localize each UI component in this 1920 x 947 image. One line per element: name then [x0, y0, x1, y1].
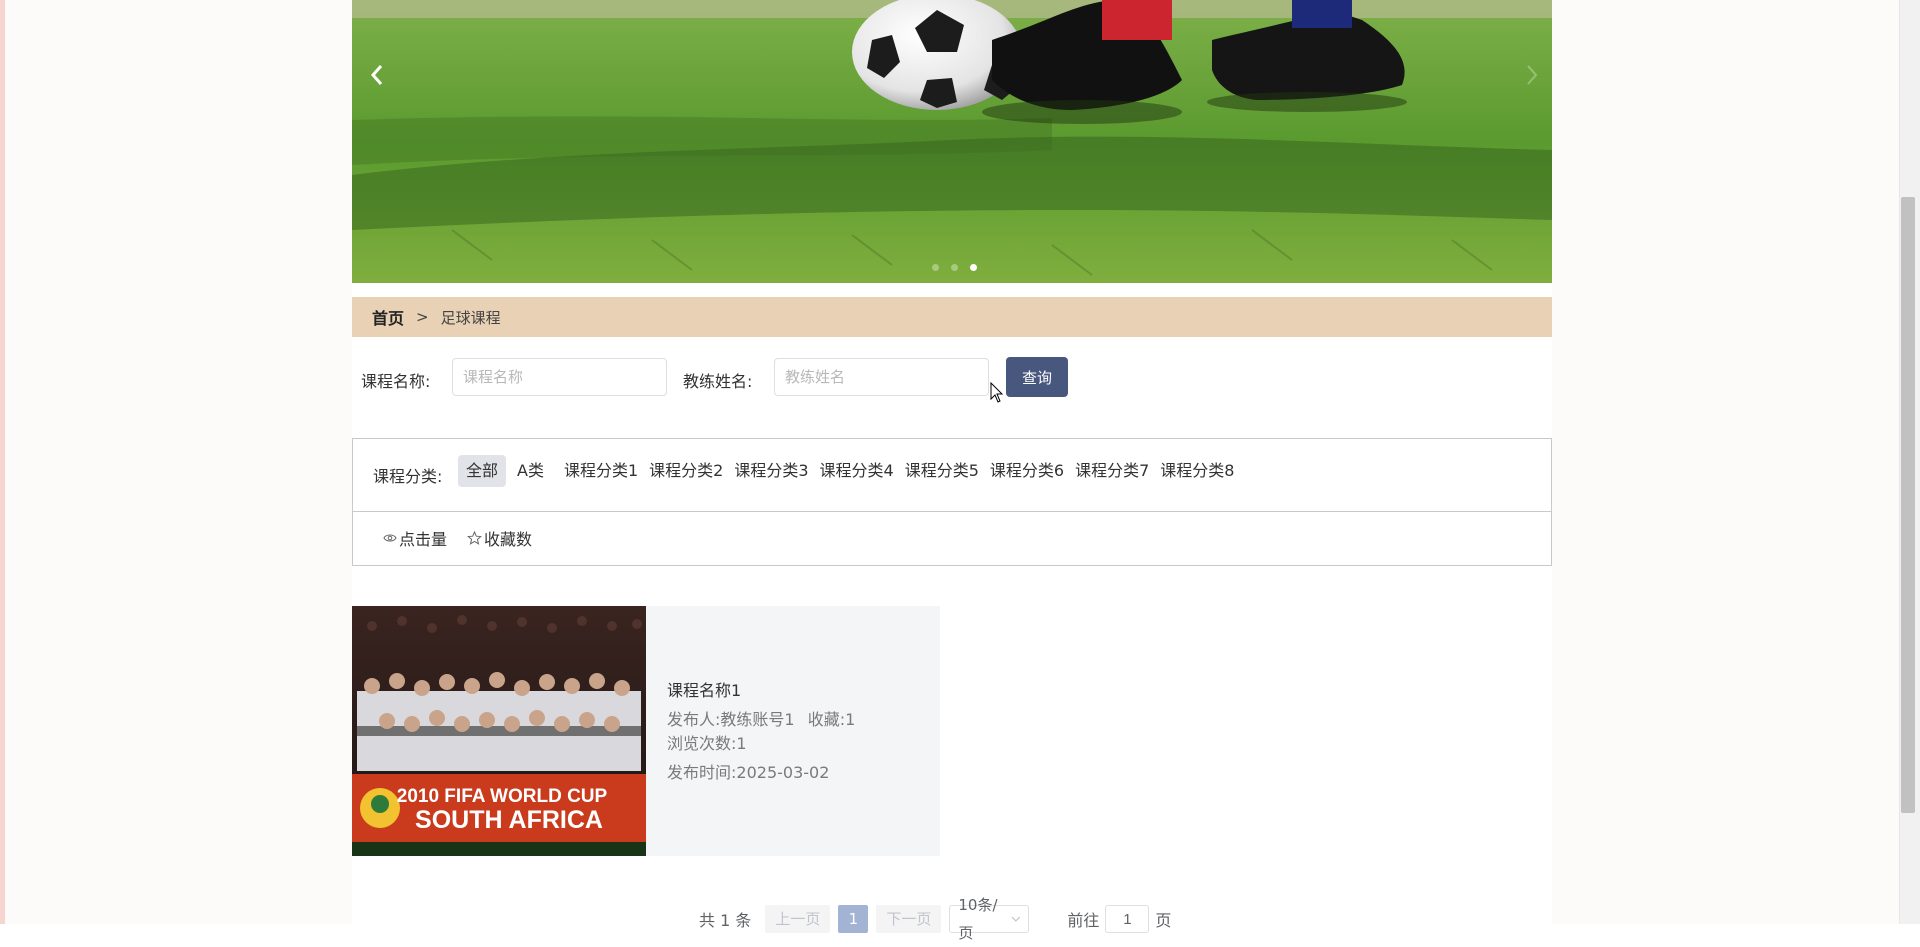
sort-by-favorites[interactable]: 收藏数 — [467, 526, 532, 550]
carousel-dot[interactable] — [951, 264, 958, 271]
pagination: 共 1 条 上一页 1 下一页 10条/页 前往 页 — [699, 896, 1172, 942]
star-icon — [467, 531, 483, 545]
carousel-next-button[interactable] — [1517, 60, 1547, 90]
course-name-label: 课程名称: — [361, 372, 431, 391]
category-all[interactable]: 全部 — [458, 455, 507, 487]
breadcrumb-current: 足球课程 — [440, 308, 501, 327]
favorites-value: 1 — [845, 710, 856, 729]
pagination-page-button[interactable]: 1 — [838, 905, 869, 933]
publisher-value: 教练账号1 — [720, 710, 795, 729]
search-form: 课程名称: 教练姓名: 查询 — [352, 357, 1552, 403]
course-info: 课程名称1 发布人:教练账号1 收藏:1 浏览次数:1 发布时间:2025-03… — [667, 679, 855, 785]
carousel-dot[interactable] — [932, 264, 939, 271]
category-item[interactable]: 课程分类4 — [815, 455, 899, 487]
banner-text-line2: SOUTH AFRICA — [415, 806, 603, 834]
chevron-left-icon — [370, 65, 383, 85]
soccer-banner-image — [352, 0, 1552, 283]
course-views-line: 浏览次数:1 — [667, 732, 855, 756]
main-container: 首页 > 足球课程 课程名称: 教练姓名: 查询 课程分类: 全部 A类 课程分… — [352, 0, 1552, 942]
category-filter-label: 课程分类: — [373, 467, 443, 486]
publish-time-label: 发布时间: — [667, 763, 737, 782]
filter-panel: 课程分类: 全部 A类 课程分类1 课程分类2 课程分类3 课程分类4 课程分类… — [352, 438, 1552, 566]
goto-page-suffix: 页 — [1155, 911, 1172, 930]
publish-time-value: 2025-03-02 — [736, 763, 830, 782]
course-time-line: 发布时间:2025-03-02 — [667, 761, 855, 785]
page-size-value: 10条/页 — [958, 896, 998, 942]
category-item[interactable]: 课程分类6 — [985, 455, 1069, 487]
chevron-right-icon — [1527, 65, 1538, 85]
category-filter-row: 课程分类: 全部 A类 课程分类1 课程分类2 课程分类3 课程分类4 课程分类… — [353, 439, 1551, 512]
sort-by-clicks[interactable]: 点击量 — [383, 526, 447, 550]
carousel-prev-button[interactable] — [362, 60, 392, 90]
chevron-down-icon — [1011, 916, 1020, 922]
banner-carousel[interactable] — [352, 0, 1552, 283]
category-list: 全部 A类 课程分类1 课程分类2 课程分类3 课程分类4 课程分类5 课程分类… — [458, 455, 1240, 487]
course-publisher-line: 发布人:教练账号1 收藏:1 — [667, 708, 855, 732]
favorites-label: 收藏: — [807, 710, 846, 729]
eye-icon — [383, 534, 397, 542]
course-title[interactable]: 课程名称1 — [667, 679, 855, 703]
carousel-dot-active[interactable] — [970, 264, 977, 271]
scrollbar-thumb[interactable] — [1901, 197, 1915, 813]
carousel-indicators — [932, 264, 977, 271]
pagination-prev-button[interactable]: 上一页 — [765, 905, 831, 933]
category-item[interactable]: 课程分类2 — [644, 455, 728, 487]
breadcrumb-separator: > — [416, 308, 429, 326]
course-name-input[interactable] — [452, 358, 667, 396]
search-button[interactable]: 查询 — [1006, 357, 1068, 397]
sort-options: 点击量 收藏数 — [383, 526, 532, 550]
category-item[interactable]: 课程分类5 — [900, 455, 984, 487]
publisher-label: 发布人: — [667, 710, 721, 729]
category-item[interactable]: A类 — [512, 455, 549, 487]
category-item[interactable]: 课程分类8 — [1155, 455, 1239, 487]
mouse-cursor-icon — [990, 382, 1004, 403]
category-item[interactable]: 课程分类1 — [559, 455, 643, 487]
world-cup-team-photo: 2010 FIFA WORLD CUP SOUTH AFRICA — [352, 606, 646, 856]
goto-page-input[interactable] — [1105, 905, 1150, 933]
course-thumbnail: 2010 FIFA WORLD CUP SOUTH AFRICA — [352, 606, 646, 856]
sort-clicks-label: 点击量 — [399, 530, 448, 549]
banner-text-line1: 2010 FIFA WORLD CUP — [397, 786, 608, 807]
pagination-total: 共 1 条 — [699, 911, 752, 930]
breadcrumb-home-link[interactable]: 首页 — [372, 305, 404, 329]
category-item[interactable]: 课程分类7 — [1070, 455, 1154, 487]
sort-favorites-label: 收藏数 — [484, 530, 533, 549]
course-card[interactable]: 2010 FIFA WORLD CUP SOUTH AFRICA 课程名称1 发… — [352, 606, 940, 856]
breadcrumb: 首页 > 足球课程 — [352, 297, 1552, 337]
coach-name-label: 教练姓名: — [683, 372, 753, 391]
pagination-next-button[interactable]: 下一页 — [876, 905, 942, 933]
views-label: 浏览次数: — [667, 734, 737, 753]
page-size-select[interactable]: 10条/页 — [949, 896, 1030, 942]
category-item[interactable]: 课程分类3 — [729, 455, 813, 487]
views-value: 1 — [736, 734, 747, 753]
goto-label: 前往 — [1067, 911, 1100, 930]
coach-name-input[interactable] — [774, 358, 989, 396]
